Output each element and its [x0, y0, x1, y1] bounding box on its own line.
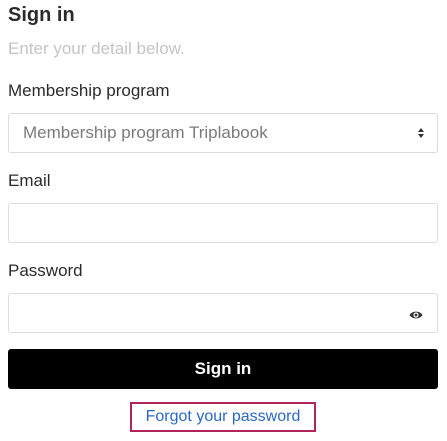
password-field[interactable] — [8, 293, 438, 333]
eye-icon[interactable] — [409, 308, 423, 320]
page-subtitle: Enter your detail below. — [8, 39, 185, 58]
forgot-password-link[interactable]: Forgot your password — [130, 402, 316, 432]
membership-program-label: Membership program — [8, 81, 170, 100]
select-arrows-icon — [417, 125, 425, 141]
membership-program-select[interactable]: Membership program Triplabook — [8, 113, 438, 153]
email-field[interactable] — [8, 203, 438, 243]
page-title: Sign in — [8, 4, 75, 26]
membership-program-selected-value: Membership program Triplabook — [23, 123, 268, 142]
email-label: Email — [8, 171, 51, 190]
signin-page: Sign in Enter your detail below. Members… — [0, 0, 447, 441]
password-label: Password — [8, 261, 83, 280]
signin-button[interactable]: Sign in — [8, 349, 438, 389]
